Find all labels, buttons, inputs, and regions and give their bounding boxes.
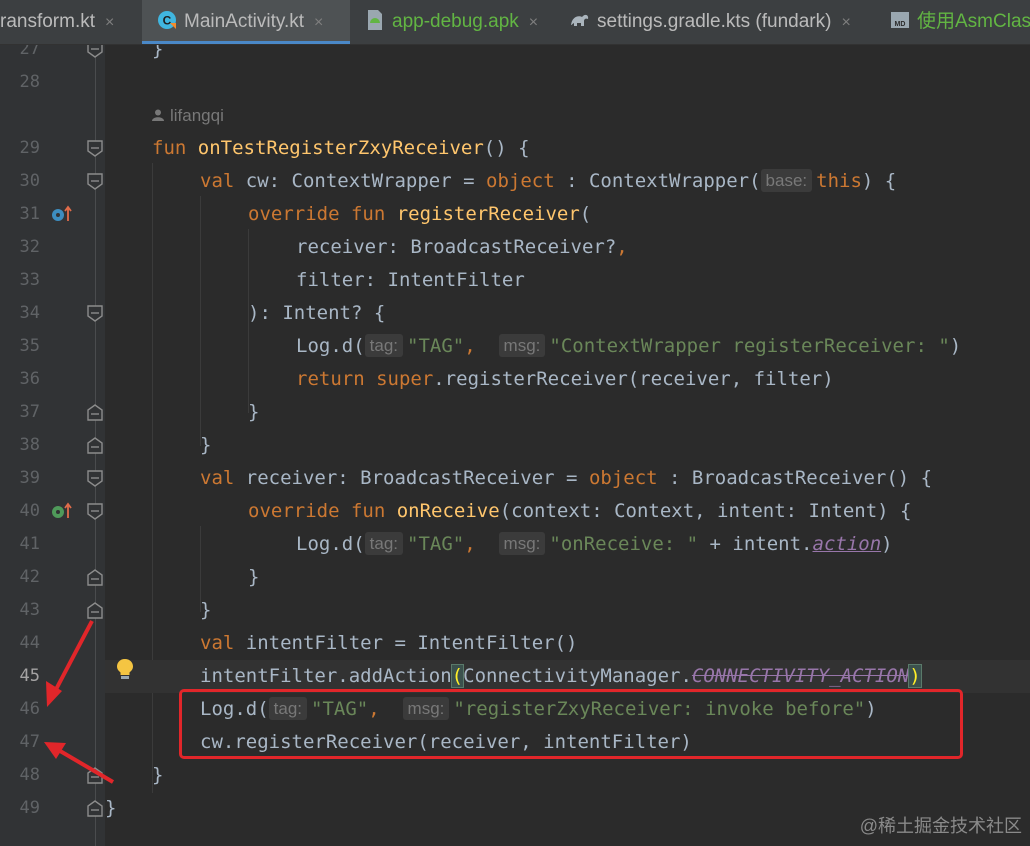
deprecated-constant: CONNECTIVITY_ACTION [691, 665, 910, 687]
kotlin-class-icon: C [158, 11, 176, 29]
code-line-37[interactable]: } [105, 396, 1030, 429]
code-line-42[interactable]: } [105, 561, 1030, 594]
code-line-36[interactable]: return super.registerReceiver(receiver, … [105, 363, 1030, 396]
code-line-41[interactable]: Log.d(tag: "TAG", msg: "onReceive: " + int… [105, 528, 1030, 561]
code-line-30[interactable]: val cw: ContextWrapper = object : Contex… [105, 165, 1030, 198]
code-line-34[interactable]: ): Intent? { [105, 297, 1030, 330]
matched-brace: ( [450, 664, 465, 688]
code-token: : BroadcastReceiver() { [657, 467, 933, 489]
keyword: object [588, 467, 658, 489]
red-annotation-box [179, 689, 963, 759]
red-arrow-down [44, 742, 115, 784]
parameter-hint: msg: [498, 532, 546, 555]
code-token: cw: ContextWrapper = [234, 170, 486, 192]
code-token: , [464, 533, 476, 555]
code-line-31[interactable]: override fun registerReceiver( [105, 198, 1030, 231]
code-token: ) { [861, 170, 897, 192]
svg-text:MD: MD [895, 21, 906, 28]
tab-main-activity-kt[interactable]: C MainActivity.kt × [142, 0, 350, 44]
matched-brace: ) [908, 664, 922, 688]
code-line-38[interactable]: } [105, 429, 1030, 462]
tab-label: MainActivity.kt [184, 11, 305, 32]
code-token: .registerReceiver(receiver, filter) [433, 368, 834, 390]
code-line-35[interactable]: Log.d(tag: "TAG", msg: "ContextWrapper reg… [105, 330, 1030, 363]
tab-label: 使用AsmClass [917, 11, 1030, 32]
code-line-40[interactable]: override fun onReceive(context: Context,… [105, 495, 1030, 528]
string-literal: "ContextWrapper registerReceiver: " [549, 335, 950, 357]
code-token: ) [949, 335, 962, 357]
function-name: registerReceiver [396, 203, 580, 225]
property-reference: action [812, 533, 882, 555]
close-icon[interactable]: × [841, 14, 850, 31]
code-token: , [464, 335, 476, 357]
code-token: (context: Context, intent: Intent) { [499, 500, 912, 522]
author-hint[interactable]: lifangqi [105, 99, 1030, 132]
string-literal: "TAG" [407, 335, 465, 357]
code-token: ) [881, 533, 893, 555]
parameter-hint: msg: [498, 334, 546, 357]
parameter-hint: base: [760, 169, 813, 192]
apk-file-icon [368, 10, 382, 30]
code-token: intentFilter = IntentFilter() [234, 632, 578, 654]
tab-label: ransform.kt [0, 11, 96, 32]
tab-label: settings.gradle.kts (fundark) [597, 11, 832, 32]
tab-markdown-doc[interactable]: MD 使用AsmClass [877, 0, 1030, 44]
string-literal: "onReceive: " [549, 533, 699, 555]
code-line-27[interactable]: } [105, 45, 1030, 66]
string-literal: "TAG" [407, 533, 465, 555]
parameter-hint: tag: [364, 334, 403, 357]
function-name: onReceive [396, 500, 500, 522]
watermark: @稀土掘金技术社区 [859, 816, 1022, 836]
code-line-39[interactable]: val receiver: BroadcastReceiver = object… [105, 462, 1030, 495]
code-line-29[interactable]: fun onTestRegisterZxyReceiver() { [105, 132, 1030, 165]
close-icon[interactable]: × [314, 14, 323, 31]
code-token: receiver: BroadcastReceiver = [234, 467, 589, 489]
parameter-hint: tag: [364, 532, 403, 555]
code-line-44[interactable]: val intentFilter = IntentFilter() [105, 627, 1030, 660]
tab-transform-kt[interactable]: ransform.kt × [0, 0, 136, 44]
gradle-icon [571, 14, 589, 26]
red-annotation-arrows [44, 620, 115, 784]
code-token: + intent. [698, 533, 813, 555]
code-token: ( [579, 203, 592, 225]
code-line-33[interactable]: filter: IntentFilter [105, 264, 1030, 297]
red-arrow-up [46, 620, 94, 707]
tab-label: app-debug.apk [392, 11, 519, 32]
keyword: object [486, 170, 555, 192]
code-line-48[interactable]: } [105, 759, 1030, 792]
tab-settings-gradle-kts[interactable]: settings.gradle.kts (fundark) × [555, 0, 877, 44]
code-line-43[interactable]: } [105, 594, 1030, 627]
code-token: ConnectivityManager. [463, 665, 692, 687]
keyword: this [816, 170, 862, 192]
svg-text:C: C [163, 14, 172, 28]
code-editor[interactable]: 27 28 29 30 31 32 33 34 35 36 37 38 39 40 41 42 43 44 45 46… [0, 45, 1030, 846]
close-icon[interactable]: × [529, 14, 538, 31]
code-token: , [616, 236, 628, 258]
tab-app-debug-apk[interactable]: app-debug.apk × [350, 0, 555, 44]
keyword: super [376, 368, 434, 390]
markdown-icon: MD [891, 12, 909, 28]
code-token: () { [483, 137, 530, 159]
code-token: : ContextWrapper( [554, 170, 761, 192]
editor-tab-bar: ransform.kt × C MainActivity.kt × app-debug… [0, 0, 1030, 45]
code-line-32[interactable]: receiver: BroadcastReceiver?, [105, 231, 1030, 264]
close-icon[interactable]: × [105, 14, 114, 31]
function-name: onTestRegisterZxyReceiver [197, 137, 484, 159]
